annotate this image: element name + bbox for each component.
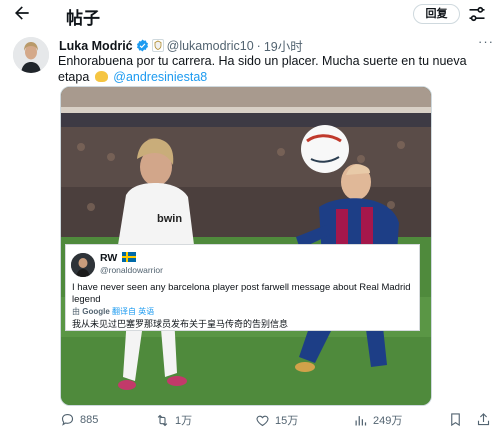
flag-icon bbox=[122, 252, 137, 262]
reply-count: 885 bbox=[80, 413, 99, 426]
page-title: 帖子 bbox=[66, 9, 100, 28]
clapping-hands-emoji-icon bbox=[94, 71, 108, 82]
translated-by-label: 由 bbox=[72, 307, 80, 316]
tweet-text: Enhorabuena por tu carrera. Ha sido un p… bbox=[58, 53, 478, 85]
adjust-icon bbox=[469, 6, 485, 22]
share-action[interactable] bbox=[476, 412, 491, 427]
views-action[interactable]: 249万 bbox=[353, 412, 402, 428]
more-options-icon[interactable]: ··· bbox=[478, 34, 494, 49]
translated-from-link[interactable]: 翻译自 英语 bbox=[112, 307, 154, 316]
reply-button[interactable]: 回复 bbox=[413, 4, 460, 24]
heart-icon bbox=[256, 415, 269, 426]
back-button[interactable] bbox=[12, 3, 36, 25]
tweet-text-word: etapa bbox=[58, 70, 90, 84]
quoted-handle: @ronaldowarrior bbox=[100, 265, 163, 275]
separator-dot: · bbox=[256, 38, 261, 53]
author-handle[interactable]: @lukamodric10 bbox=[167, 39, 254, 53]
top-bar: 帖子 回复 bbox=[0, 0, 500, 28]
reply-icon bbox=[61, 413, 74, 426]
mention-link[interactable]: @andresiniesta8 bbox=[113, 70, 207, 84]
retweet-count: 1万 bbox=[175, 415, 193, 427]
retweet-action[interactable]: 1万 bbox=[155, 412, 192, 428]
quoted-translation: 我从未见过巴塞罗那球员发布关于皇马传奇的告别信息 bbox=[72, 319, 289, 329]
bookmark-icon bbox=[451, 413, 460, 427]
quoted-author-name: RW bbox=[100, 252, 137, 264]
like-count: 15万 bbox=[275, 415, 299, 427]
view-count: 249万 bbox=[373, 415, 403, 427]
reply-action[interactable]: 885 bbox=[60, 412, 98, 427]
verified-badge-icon bbox=[136, 39, 149, 52]
svg-text:bwin: bwin bbox=[157, 213, 182, 225]
quoted-avatar[interactable] bbox=[71, 253, 95, 277]
tweet-action-bar: 885 1万 15万 249万 bbox=[0, 412, 500, 432]
quoted-tweet-card[interactable]: RW @ronaldowarrior I have never seen any… bbox=[65, 244, 420, 331]
quoted-text: I have never seen any barcelona player p… bbox=[72, 282, 411, 305]
author-name[interactable]: Luka Modrić bbox=[59, 39, 133, 53]
affiliate-badge-icon bbox=[151, 39, 164, 52]
bookmark-action[interactable] bbox=[448, 412, 463, 427]
share-icon bbox=[477, 413, 490, 426]
avatar[interactable] bbox=[13, 37, 49, 73]
like-action[interactable]: 15万 bbox=[255, 412, 298, 428]
tweet-text-line1: Enhorabuena por tu carrera. Ha sido un p… bbox=[58, 54, 467, 68]
views-chart-icon bbox=[355, 415, 367, 425]
arrow-left-icon bbox=[15, 6, 29, 20]
translation-attribution: 由 Google 翻译自 英语 bbox=[72, 306, 154, 317]
quoted-name-text: RW bbox=[100, 252, 118, 264]
google-logo-icon: Google bbox=[82, 307, 110, 316]
adjust-button[interactable] bbox=[467, 4, 489, 26]
retweet-icon bbox=[157, 414, 168, 426]
